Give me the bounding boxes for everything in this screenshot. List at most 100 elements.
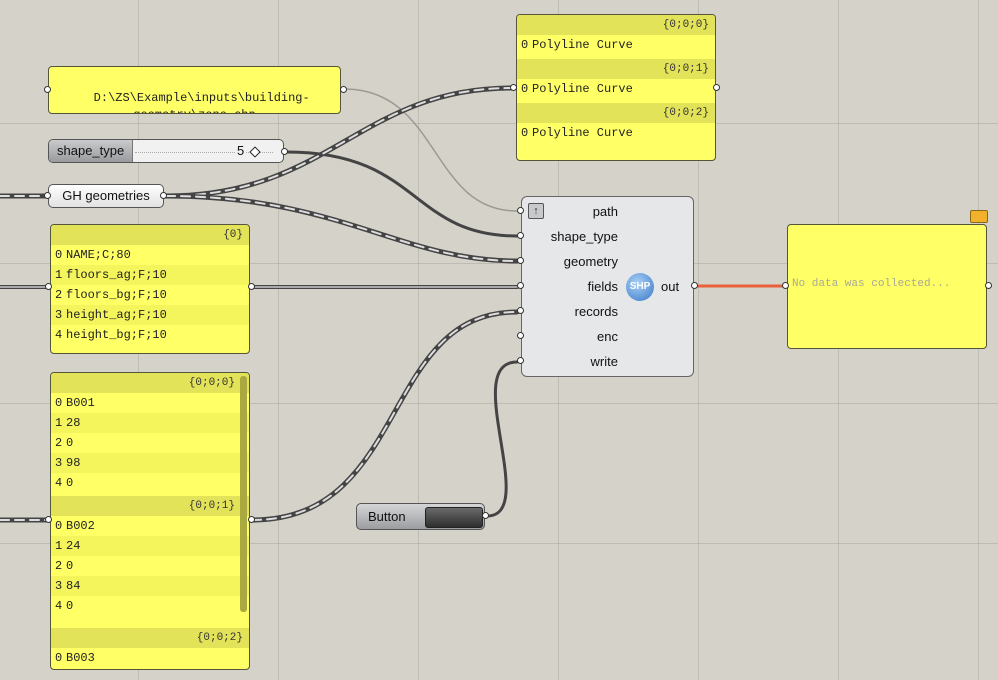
out-port[interactable] bbox=[691, 282, 698, 289]
curves-group-header: {0;0;2} bbox=[517, 103, 715, 123]
row-value: B003 bbox=[66, 651, 95, 665]
output-panel[interactable]: No data was collected... bbox=[787, 224, 987, 349]
row-value: 0 bbox=[66, 559, 74, 573]
output-panel-input-port[interactable] bbox=[782, 282, 789, 289]
input-shape-type-label: shape_type bbox=[550, 229, 618, 244]
row-index: 1 bbox=[55, 416, 63, 430]
enc-port[interactable] bbox=[517, 332, 524, 339]
curves-output-port[interactable] bbox=[713, 84, 720, 91]
fields-panel-input-port[interactable] bbox=[45, 283, 52, 290]
curves-group-header: {0;0;1} bbox=[517, 59, 715, 79]
path-port[interactable] bbox=[517, 207, 524, 214]
row-index: 3 bbox=[55, 308, 63, 322]
row-value: B002 bbox=[66, 519, 95, 533]
file-path-panel[interactable]: D:\ZS\Example\inputs\building- geometry\… bbox=[48, 66, 341, 114]
curves-input-port[interactable] bbox=[510, 84, 517, 91]
globe-shp-icon: SHP bbox=[626, 273, 654, 301]
row-index: 3 bbox=[55, 456, 63, 470]
row-value: B001 bbox=[66, 396, 95, 410]
file-path-text: D:\ZS\Example\inputs\building- geometry\… bbox=[93, 91, 310, 113]
records-scrollbar[interactable] bbox=[240, 376, 247, 612]
row-value: floors_bg;F;10 bbox=[66, 288, 167, 302]
row-index: 0 bbox=[521, 38, 529, 52]
curve-value: Polyline Curve bbox=[532, 38, 633, 52]
shp-icon-text: SHP bbox=[629, 281, 651, 292]
records-group-header: {0;0;1} bbox=[51, 496, 249, 516]
records-panel-output-port[interactable] bbox=[248, 516, 255, 523]
row-value: 0 bbox=[66, 599, 74, 613]
row-index: 0 bbox=[55, 519, 63, 533]
records-panel-input-port[interactable] bbox=[45, 516, 52, 523]
output-panel-output-port[interactable] bbox=[985, 282, 992, 289]
list-item: 20 bbox=[51, 433, 249, 453]
upload-icon[interactable]: ↑ bbox=[528, 203, 544, 219]
records-group-header: {0;0;0} bbox=[51, 373, 249, 393]
slider-grip-icon[interactable] bbox=[249, 146, 261, 158]
row-value: 0 bbox=[66, 436, 74, 450]
list-item: 3 84 bbox=[51, 576, 249, 596]
gh-geometries-input-port[interactable] bbox=[44, 192, 51, 199]
write-port[interactable] bbox=[517, 357, 524, 364]
geometry-port[interactable] bbox=[517, 257, 524, 264]
input-path-label: path bbox=[592, 204, 618, 219]
path-wire bbox=[343, 88, 518, 212]
gh-geometries-param[interactable]: GH geometries bbox=[48, 184, 164, 208]
slider-value: 5 bbox=[235, 140, 247, 162]
fields-port[interactable] bbox=[517, 282, 524, 289]
row-value: 28 bbox=[66, 416, 81, 430]
shape-type-port[interactable] bbox=[517, 232, 524, 239]
list-item: 4 height_bg;F;10 bbox=[51, 325, 249, 345]
button-component[interactable]: Button bbox=[356, 503, 485, 530]
button-label: Button bbox=[368, 509, 406, 524]
records-panel[interactable]: {0;0;0} 0 B001 1 28 20 3 98 40 {0;0;1} 0 B00… bbox=[50, 372, 250, 670]
gh-geometries-label: GH geometries bbox=[62, 188, 150, 203]
list-item: 1 floors_ag;F;10 bbox=[51, 265, 249, 285]
fields-panel[interactable]: {0} 0 NAME;C;80 1 floors_ag;F;10 2 floors_b… bbox=[50, 224, 250, 354]
slider-output-port[interactable] bbox=[281, 148, 288, 155]
row-index: 1 bbox=[55, 539, 63, 553]
row-index: 4 bbox=[55, 476, 63, 490]
input-fields-label: fields bbox=[587, 279, 618, 294]
records-wire-inner bbox=[251, 311, 518, 521]
list-item: 40 bbox=[51, 473, 249, 493]
input-records-label: records bbox=[574, 304, 618, 319]
gh-geometries-output-port[interactable] bbox=[160, 192, 167, 199]
file-path-output-port[interactable] bbox=[340, 86, 347, 93]
list-item: 3 height_ag;F;10 bbox=[51, 305, 249, 325]
fields-header: {0} bbox=[51, 225, 249, 245]
list-item: 0 B001 bbox=[51, 393, 249, 413]
list-item: 20 bbox=[51, 556, 249, 576]
row-value: NAME;C;80 bbox=[66, 248, 131, 262]
file-path-input-port[interactable] bbox=[44, 86, 51, 93]
row-index: 4 bbox=[55, 599, 63, 613]
row-index: 2 bbox=[55, 559, 63, 573]
row-index: 2 bbox=[55, 288, 63, 302]
row-index: 4 bbox=[55, 328, 63, 342]
row-value: 0 bbox=[66, 476, 74, 490]
slider-label: shape_type bbox=[49, 140, 134, 162]
button-output-port[interactable] bbox=[482, 512, 489, 519]
row-index: 2 bbox=[55, 436, 63, 450]
shape-type-wire bbox=[285, 150, 519, 238]
row-index: 0 bbox=[521, 126, 529, 140]
list-item: 1 24 bbox=[51, 536, 249, 556]
records-port[interactable] bbox=[517, 307, 524, 314]
row-value: 24 bbox=[66, 539, 81, 553]
row-value: 84 bbox=[66, 579, 81, 593]
list-item: 0 B003 bbox=[51, 648, 249, 668]
row-index: 0 bbox=[55, 248, 63, 262]
row-value: height_ag;F;10 bbox=[66, 308, 167, 322]
button-press-area[interactable] bbox=[425, 507, 483, 528]
curve-value: Polyline Curve bbox=[532, 126, 633, 140]
button-wire bbox=[485, 360, 519, 518]
row-index: 1 bbox=[55, 268, 63, 282]
curves-panel[interactable]: {0;0;0} 0 Polyline Curve {0;0;1} 0 Polylin… bbox=[516, 14, 716, 161]
input-enc-label: enc bbox=[597, 329, 618, 344]
shape-type-slider[interactable]: shape_type 5 bbox=[48, 139, 284, 163]
shp-writer-component[interactable]: ↑ path shape_type geometry fields record… bbox=[521, 196, 694, 377]
fields-panel-output-port[interactable] bbox=[248, 283, 255, 290]
curves-group-header: {0;0;0} bbox=[517, 15, 715, 35]
list-item: 1 28 bbox=[51, 413, 249, 433]
records-group-header: {0;0;2} bbox=[51, 628, 249, 648]
input-geometry-label: geometry bbox=[563, 254, 618, 269]
